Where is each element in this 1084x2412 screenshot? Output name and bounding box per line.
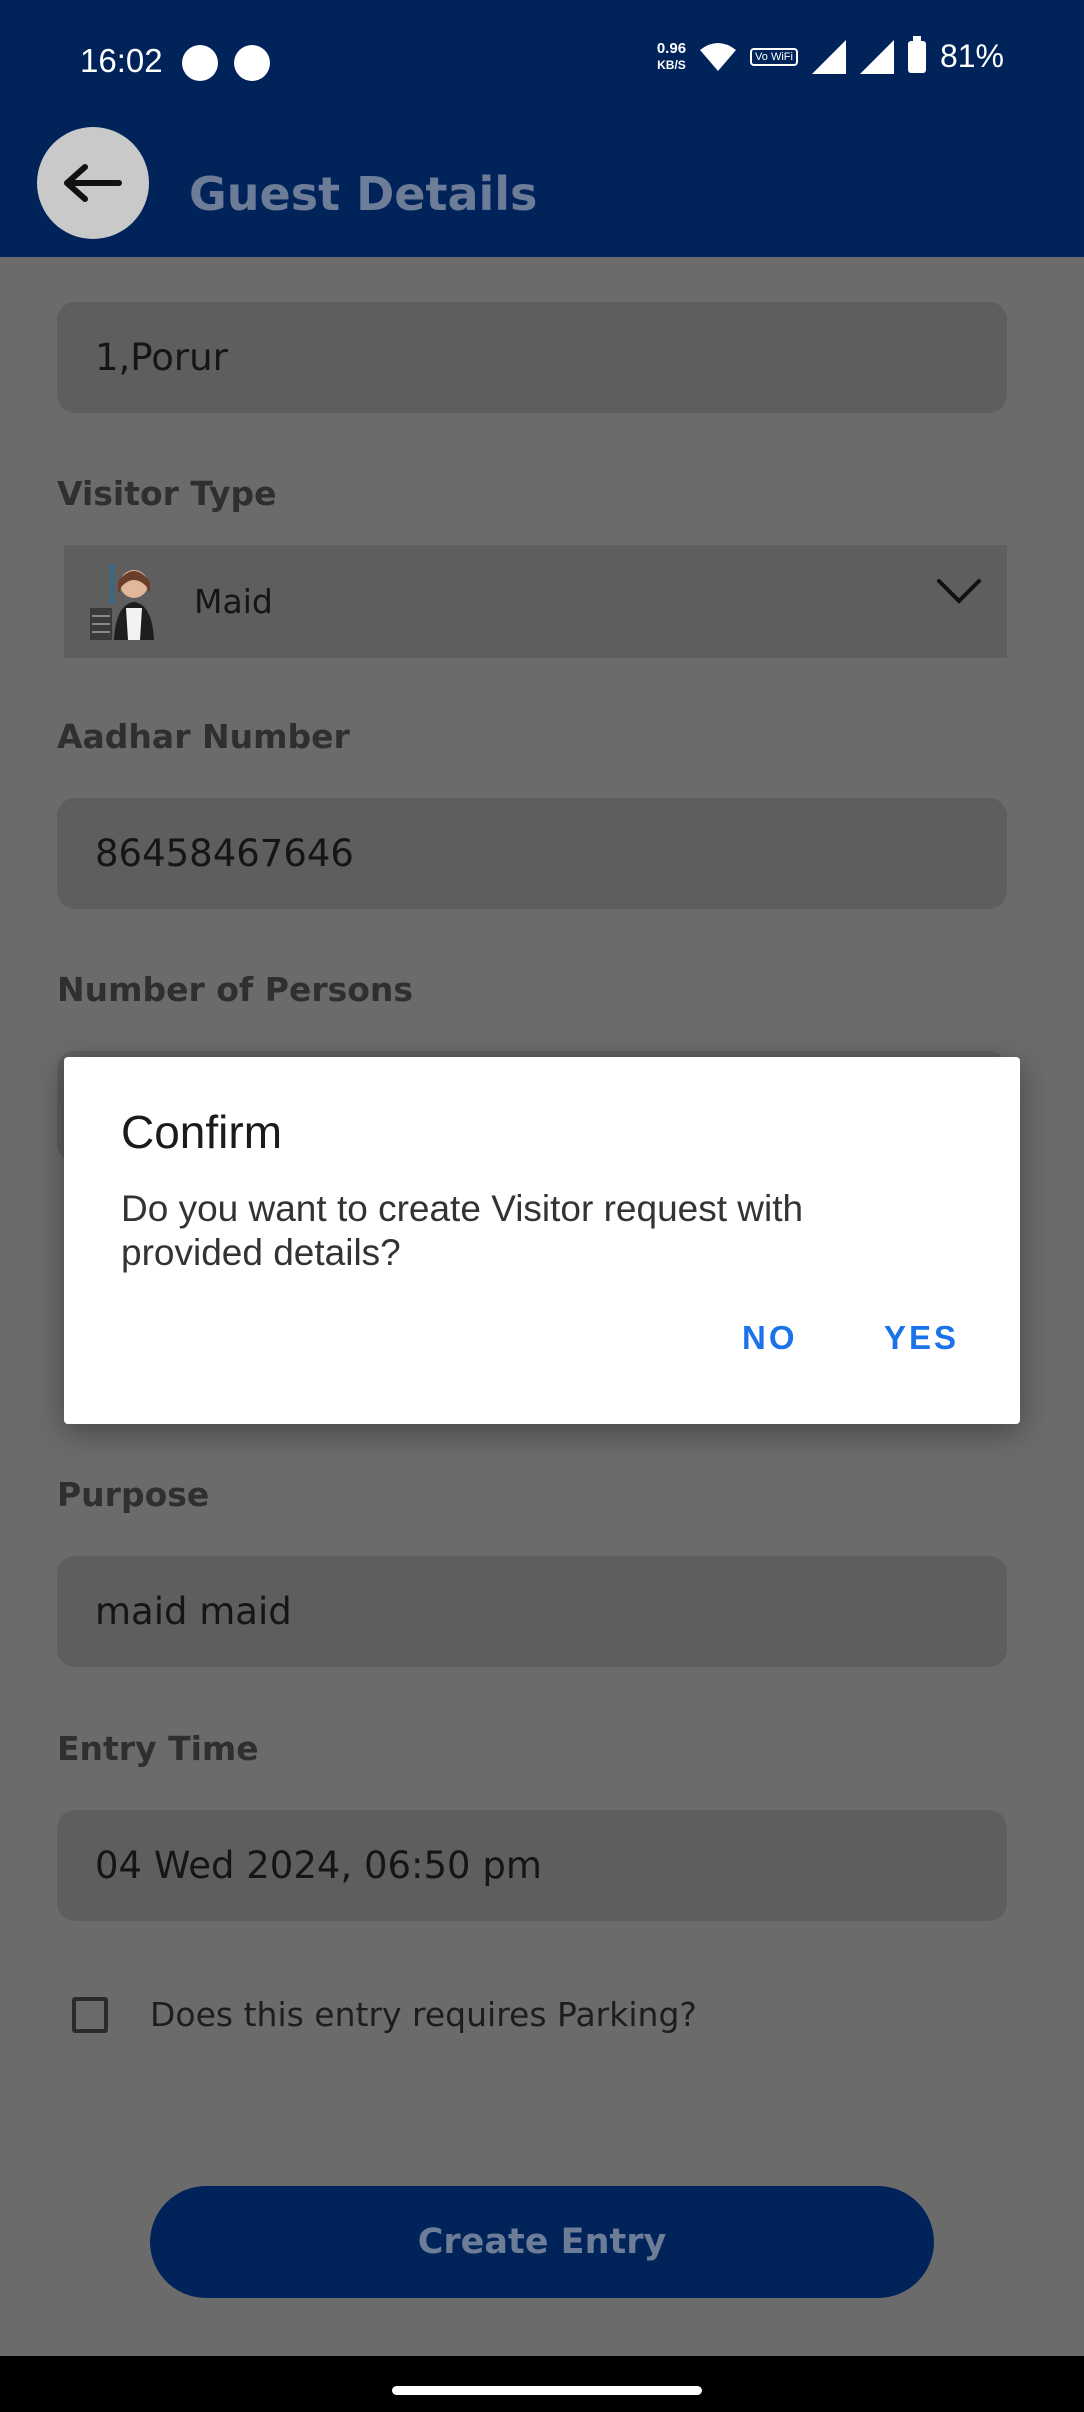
network-speed-unit: KB/S	[657, 57, 686, 72]
no-button[interactable]: NO	[742, 1319, 798, 1357]
page-title: Guest Details	[189, 167, 538, 221]
signal-icon	[811, 39, 846, 74]
visitor-type-value: Maid	[194, 582, 273, 621]
arrow-left-icon	[64, 164, 122, 202]
entry-time-value: 04 Wed 2024, 06:50 pm	[95, 1844, 542, 1887]
entry-time-label: Entry Time	[57, 1729, 259, 1768]
signal-icon	[859, 39, 894, 74]
visitor-type-label: Visitor Type	[57, 474, 277, 513]
wifi-icon	[700, 42, 737, 71]
visitor-type-dropdown[interactable]: Maid	[64, 545, 1007, 658]
dialog-message: Do you want to create Visitor request wi…	[121, 1188, 804, 1273]
aadhar-field[interactable]: 86458467646	[57, 798, 1007, 909]
system-nav-bar	[0, 2356, 1084, 2412]
network-speed: 0.96 KB/S	[657, 40, 686, 74]
status-bar: 16:02 0.96 KB/S Vo WiFi 81%	[0, 0, 1084, 125]
persons-label: Number of Persons	[57, 970, 414, 1009]
network-speed-value: 0.96	[656, 39, 687, 57]
chevron-down-icon	[937, 579, 981, 604]
aadhar-label: Aadhar Number	[57, 717, 350, 756]
battery-icon	[907, 35, 926, 73]
parking-checkbox-row[interactable]: Does this entry requires Parking?	[72, 1995, 697, 2034]
purpose-value: maid maid	[95, 1590, 292, 1633]
aadhar-value: 86458467646	[95, 832, 354, 875]
notification-dot-icon	[234, 45, 270, 81]
back-button[interactable]	[37, 127, 149, 239]
parking-checkbox[interactable]	[72, 1996, 108, 2033]
confirm-dialog: Confirm Do you want to create Visitor re…	[64, 1057, 1020, 1424]
vowifi-badge: Vo WiFi	[750, 47, 798, 66]
purpose-label: Purpose	[57, 1475, 210, 1514]
notification-dot-icon	[182, 45, 218, 81]
yes-button[interactable]: YES	[884, 1319, 959, 1357]
app-bar: Guest Details	[0, 125, 1084, 257]
status-icons: 0.96 KB/S Vo WiFi 81%	[657, 35, 1004, 75]
create-entry-button[interactable]: Create Entry	[150, 2186, 934, 2298]
entry-time-field[interactable]: 04 Wed 2024, 06:50 pm	[57, 1810, 1007, 1921]
dialog-title: Confirm	[121, 1106, 283, 1158]
address-value: 1,Porur	[95, 336, 228, 379]
home-gesture-handle[interactable]	[392, 2386, 702, 2395]
parking-label: Does this entry requires Parking?	[150, 1995, 697, 2034]
address-field[interactable]: 1,Porur	[57, 302, 1007, 413]
battery-level: 81%	[939, 38, 1004, 74]
maid-avatar-icon	[90, 563, 154, 640]
purpose-field[interactable]: maid maid	[57, 1556, 1007, 1667]
status-time: 16:02	[80, 42, 163, 79]
